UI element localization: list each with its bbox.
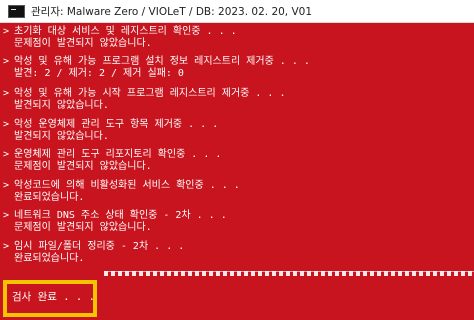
log-result: 발견되지 않았습니다. bbox=[14, 130, 109, 142]
log-entry: > 악성코드에 의해 비활성화된 서비스 확인중 . . . 완료되었습니다. bbox=[3, 180, 240, 203]
log-result: 문제점이 발견되지 않았습니다. bbox=[14, 160, 152, 172]
log-step: 초기화 대상 서비스 및 레지스트리 확인중 . . . bbox=[14, 26, 237, 37]
prompt-chevron-icon: > bbox=[3, 56, 10, 67]
window-title: 관리자: Malware Zero / VIOLeT / DB: 2023. 0… bbox=[31, 5, 313, 18]
prompt-chevron-icon: > bbox=[3, 241, 10, 252]
log-entry: > 악성 및 유해 가능 시작 프로그램 레지스트리 제거중 . . . 발견되지… bbox=[3, 88, 285, 111]
prompt-chevron-icon: > bbox=[3, 210, 10, 221]
log-entry: > 악성 및 유해 가능 프로그램 설치 정보 레지스트리 제거중 . . . 발… bbox=[3, 56, 310, 79]
log-step: 악성 및 유해 가능 프로그램 설치 정보 레지스트리 제거중 . . . bbox=[14, 56, 310, 67]
log-result: 발견: 2 / 제거: 2 / 제거 실패: 0 bbox=[14, 67, 184, 79]
title-bar: 관리자: Malware Zero / VIOLeT / DB: 2023. 0… bbox=[0, 0, 474, 23]
prompt-chevron-icon: > bbox=[3, 26, 10, 37]
console-output: > 초기화 대상 서비스 및 레지스트리 확인중 . . . 문제점이 발견되지 … bbox=[0, 22, 474, 320]
log-step: 악성코드에 의해 비활성화된 서비스 확인중 . . . bbox=[14, 180, 240, 191]
console-icon bbox=[8, 4, 25, 18]
log-step: 임시 파일/폴더 정리중 - 2차 . . . bbox=[14, 241, 185, 252]
log-result: 문제점이 발견되지 않았습니다. bbox=[14, 37, 152, 49]
console-window: 관리자: Malware Zero / VIOLeT / DB: 2023. 0… bbox=[0, 0, 474, 320]
log-entry: > 악성 운영체제 관리 도구 항목 제거중 . . . 발견되지 않았습니다. bbox=[3, 119, 218, 142]
log-step: 네트워크 DNS 주소 상태 확인중 - 2차 . . . bbox=[14, 210, 227, 221]
log-entry: > 운영체제 관리 도구 리포지토리 확인중 . . . 문제점이 발견되지 않았… bbox=[3, 149, 221, 172]
prompt-chevron-icon: > bbox=[3, 119, 10, 130]
scan-complete-message: 검사 완료 . . . bbox=[12, 291, 95, 303]
log-entry: > 초기화 대상 서비스 및 레지스트리 확인중 . . . 문제점이 발견되지 … bbox=[3, 26, 237, 49]
log-step: 악성 및 유해 가능 시작 프로그램 레지스트리 제거중 . . . bbox=[14, 88, 286, 99]
prompt-chevron-icon: > bbox=[3, 88, 10, 99]
log-entry: > 네트워크 DNS 주소 상태 확인중 - 2차 . . . 문제점이 발견되지… bbox=[3, 210, 227, 233]
log-step: 악성 운영체제 관리 도구 항목 제거중 . . . bbox=[14, 119, 219, 130]
log-entry: > 임시 파일/폴더 정리중 - 2차 . . . 완료되었습니다. bbox=[3, 241, 184, 264]
log-result: 발견되지 않았습니다. bbox=[14, 99, 109, 111]
prompt-chevron-icon: > bbox=[3, 149, 10, 160]
log-result: 문제점이 발견되지 않았습니다. bbox=[14, 221, 152, 233]
log-step: 운영체제 관리 도구 리포지토리 확인중 . . . bbox=[14, 149, 222, 160]
separator-line bbox=[104, 271, 474, 276]
log-result: 완료되었습니다. bbox=[14, 191, 85, 203]
log-result: 완료되었습니다. bbox=[14, 252, 85, 264]
prompt-chevron-icon: > bbox=[3, 180, 10, 191]
